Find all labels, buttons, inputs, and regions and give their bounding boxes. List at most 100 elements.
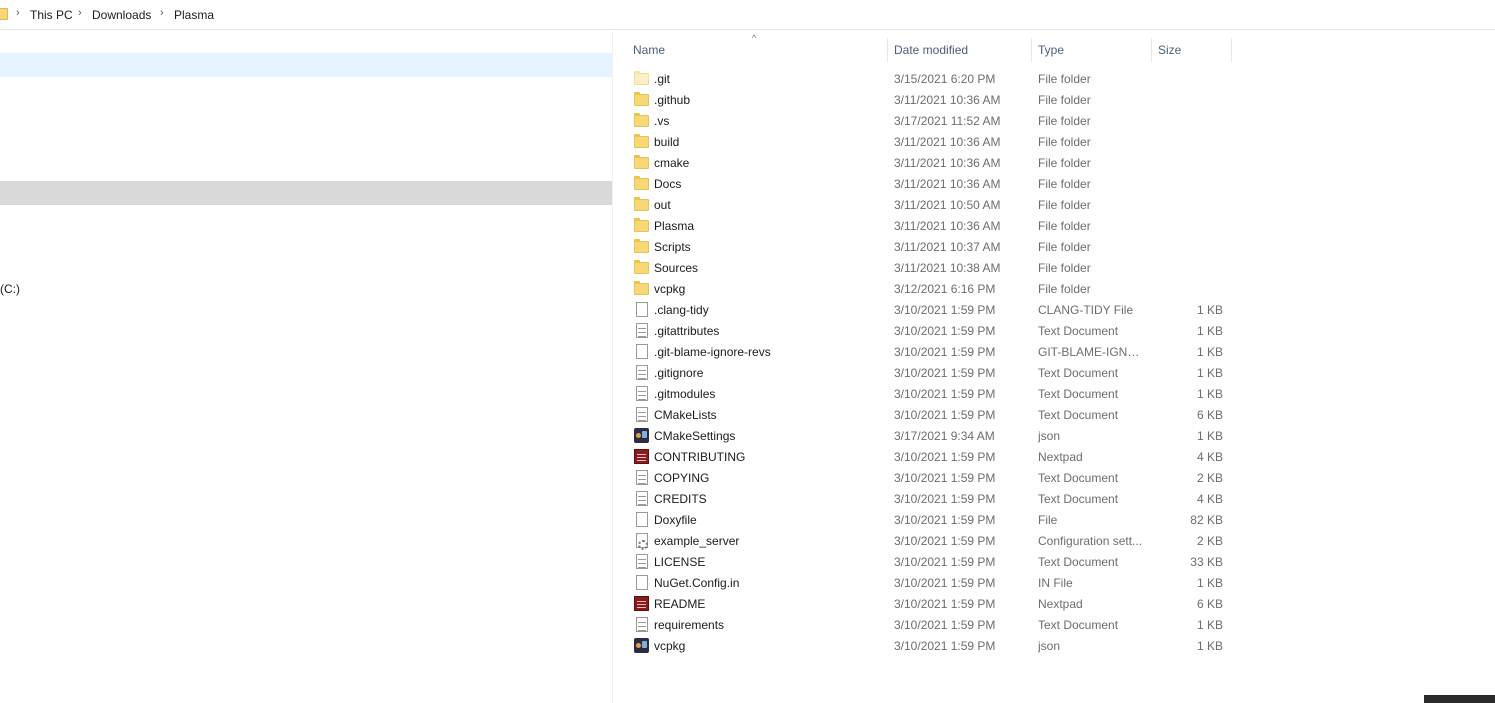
file-size: 1 KB: [1196, 429, 1223, 443]
column-header-type[interactable]: Type: [1038, 43, 1064, 57]
table-row[interactable]: .gitattributes 3/10/2021 1:59 PM Text Docu…: [613, 320, 1233, 341]
table-row[interactable]: requirements 3/10/2021 1:59 PM Text Docume…: [613, 614, 1233, 635]
table-row[interactable]: Sources 3/11/2021 10:38 AM File folder: [613, 257, 1233, 278]
table-row[interactable]: LICENSE 3/10/2021 1:59 PM Text Document 33 …: [613, 551, 1233, 572]
file-date-modified: 3/17/2021 11:52 AM: [894, 114, 1001, 128]
chevron-right-icon[interactable]: ›: [78, 7, 82, 19]
folder-icon: [634, 176, 649, 190]
file-date-modified: 3/10/2021 1:59 PM: [894, 534, 996, 548]
file-name: Scripts: [654, 240, 691, 254]
file-icon: [636, 512, 648, 527]
text-document-icon: [636, 491, 648, 506]
file-name: CMakeLists: [654, 408, 717, 422]
column-divider[interactable]: [1151, 38, 1152, 62]
file-date-modified: 3/17/2021 9:34 AM: [894, 429, 995, 443]
breadcrumb-this-pc[interactable]: This PC: [30, 8, 73, 22]
file-size: 1 KB: [1196, 618, 1223, 632]
table-row[interactable]: CMakeLists 3/10/2021 1:59 PM Text Document…: [613, 404, 1233, 425]
chevron-right-icon[interactable]: ›: [160, 7, 164, 19]
file-name: COPYING: [654, 471, 710, 485]
file-type: File: [1038, 513, 1058, 527]
table-row[interactable]: .gitignore 3/10/2021 1:59 PM Text Document…: [613, 362, 1233, 383]
table-row[interactable]: .vs 3/17/2021 11:52 AM File folder: [613, 110, 1233, 131]
column-divider[interactable]: [887, 38, 888, 62]
file-date-modified: 3/10/2021 1:59 PM: [894, 366, 996, 380]
column-header-name[interactable]: Name: [633, 43, 665, 57]
file-type: Text Document: [1038, 408, 1119, 422]
breadcrumb-plasma[interactable]: Plasma: [174, 8, 214, 22]
text-document-icon: [636, 617, 648, 632]
text-document-icon: [636, 365, 648, 380]
table-row[interactable]: CMakeSettings 3/17/2021 9:34 AM json 1 KB: [613, 425, 1233, 446]
file-name: CMakeSettings: [654, 429, 736, 443]
table-row[interactable]: Scripts 3/11/2021 10:37 AM File folder: [613, 236, 1233, 257]
file-name: vcpkg: [654, 639, 686, 653]
file-type: File folder: [1038, 261, 1091, 275]
table-row[interactable]: COPYING 3/10/2021 1:59 PM Text Document 2 K…: [613, 467, 1233, 488]
table-row[interactable]: vcpkg 3/12/2021 6:16 PM File folder: [613, 278, 1233, 299]
address-bar[interactable]: › This PC › Downloads › Plasma: [0, 0, 1495, 30]
table-row[interactable]: vcpkg 3/10/2021 1:59 PM json 1 KB: [613, 635, 1233, 656]
json-file-icon: [634, 428, 649, 443]
file-type: File folder: [1038, 240, 1091, 254]
file-name: Sources: [654, 261, 699, 275]
table-row[interactable]: .github 3/11/2021 10:36 AM File folder: [613, 89, 1233, 110]
nav-item-drive-c[interactable]: (C:): [0, 282, 20, 296]
column-divider[interactable]: [1231, 38, 1232, 62]
file-name: NuGet.Config.in: [654, 576, 740, 590]
table-row[interactable]: Doxyfile 3/10/2021 1:59 PM File 82 KB: [613, 509, 1233, 530]
file-list[interactable]: ^ Name Date modified Type Size .git 3/15/…: [613, 31, 1495, 703]
file-name: out: [654, 198, 671, 212]
table-row[interactable]: CREDITS 3/10/2021 1:59 PM Text Document 4 K…: [613, 488, 1233, 509]
table-row[interactable]: Docs 3/11/2021 10:36 AM File folder: [613, 173, 1233, 194]
file-name: CONTRIBUTING: [654, 450, 746, 464]
table-row[interactable]: README 3/10/2021 1:59 PM Nextpad 6 KB: [613, 593, 1233, 614]
file-name: LICENSE: [654, 555, 706, 569]
table-row[interactable]: example_server 3/10/2021 1:59 PM Configura…: [613, 530, 1233, 551]
file-type: Text Document: [1038, 387, 1119, 401]
column-header-date-modified[interactable]: Date modified: [894, 43, 968, 57]
file-date-modified: 3/10/2021 1:59 PM: [894, 492, 996, 506]
file-type: GIT-BLAME-IGNO...: [1038, 345, 1146, 359]
file-type: Text Document: [1038, 618, 1119, 632]
file-size: 4 KB: [1196, 450, 1223, 464]
file-name: .gitmodules: [654, 387, 716, 401]
table-row[interactable]: .git 3/15/2021 6:20 PM File folder: [613, 68, 1233, 89]
folder-icon: [634, 134, 649, 148]
file-size: 1 KB: [1196, 324, 1223, 338]
file-name: README: [654, 597, 706, 611]
file-date-modified: 3/11/2021 10:36 AM: [894, 93, 1001, 107]
file-size: 82 KB: [1190, 513, 1223, 527]
table-row[interactable]: build 3/11/2021 10:36 AM File folder: [613, 131, 1233, 152]
config-file-icon: [636, 533, 648, 550]
table-row[interactable]: out 3/11/2021 10:50 AM File folder: [613, 194, 1233, 215]
file-date-modified: 3/10/2021 1:59 PM: [894, 303, 996, 317]
file-name: build: [654, 135, 680, 149]
column-header-row: ^ Name Date modified Type Size: [613, 31, 1495, 67]
table-row[interactable]: .git-blame-ignore-revs 3/10/2021 1:59 PM G…: [613, 341, 1233, 362]
table-row[interactable]: cmake 3/11/2021 10:36 AM File folder: [613, 152, 1233, 173]
nav-item-hovered[interactable]: [0, 181, 612, 205]
sort-ascending-icon: ^: [752, 33, 757, 43]
file-size: 1 KB: [1196, 576, 1223, 590]
table-row[interactable]: .clang-tidy 3/10/2021 1:59 PM CLANG-TIDY F…: [613, 299, 1233, 320]
file-date-modified: 3/10/2021 1:59 PM: [894, 345, 996, 359]
file-date-modified: 3/10/2021 1:59 PM: [894, 555, 996, 569]
table-row[interactable]: CONTRIBUTING 3/10/2021 1:59 PM Nextpad 4 KB: [613, 446, 1233, 467]
file-name: cmake: [654, 156, 690, 170]
column-header-size[interactable]: Size: [1158, 43, 1181, 57]
nav-item-selected[interactable]: [0, 53, 612, 77]
breadcrumb-downloads[interactable]: Downloads: [92, 8, 151, 22]
file-date-modified: 3/11/2021 10:36 AM: [894, 219, 1001, 233]
text-document-icon: [636, 323, 648, 338]
chevron-right-icon[interactable]: ›: [16, 7, 20, 19]
table-row[interactable]: .gitmodules 3/10/2021 1:59 PM Text Documen…: [613, 383, 1233, 404]
text-document-icon: [636, 554, 648, 569]
table-row[interactable]: NuGet.Config.in 3/10/2021 1:59 PM IN File 1…: [613, 572, 1233, 593]
navigation-pane[interactable]: (C:): [0, 31, 612, 703]
file-type: CLANG-TIDY File: [1038, 303, 1134, 317]
file-date-modified: 3/11/2021 10:50 AM: [894, 198, 1001, 212]
column-divider[interactable]: [1031, 38, 1032, 62]
folder-icon: [634, 218, 649, 232]
table-row[interactable]: Plasma 3/11/2021 10:36 AM File folder: [613, 215, 1233, 236]
